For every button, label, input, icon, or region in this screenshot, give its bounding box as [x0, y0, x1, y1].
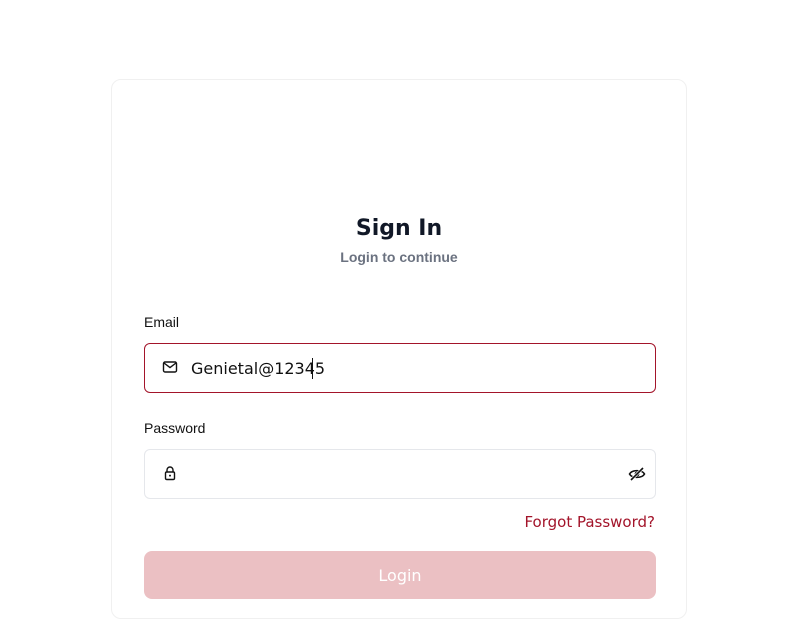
email-input[interactable]: [191, 344, 611, 392]
login-button[interactable]: Login: [144, 551, 656, 599]
mail-icon: [162, 361, 178, 373]
lock-icon: [164, 466, 176, 481]
page-title: Sign In: [355, 216, 443, 241]
email-field[interactable]: [144, 343, 656, 393]
email-label: Email: [144, 314, 180, 330]
forgot-password-link[interactable]: Forgot Password?: [524, 513, 655, 531]
password-label: Password: [144, 420, 206, 436]
password-field[interactable]: [144, 449, 656, 499]
password-input[interactable]: [191, 450, 611, 498]
login-card: Sign In Login to continue Email Password…: [111, 79, 687, 619]
page-subtitle: Login to continue: [340, 249, 458, 265]
text-caret: [312, 358, 313, 379]
eye-off-icon[interactable]: [628, 465, 646, 483]
